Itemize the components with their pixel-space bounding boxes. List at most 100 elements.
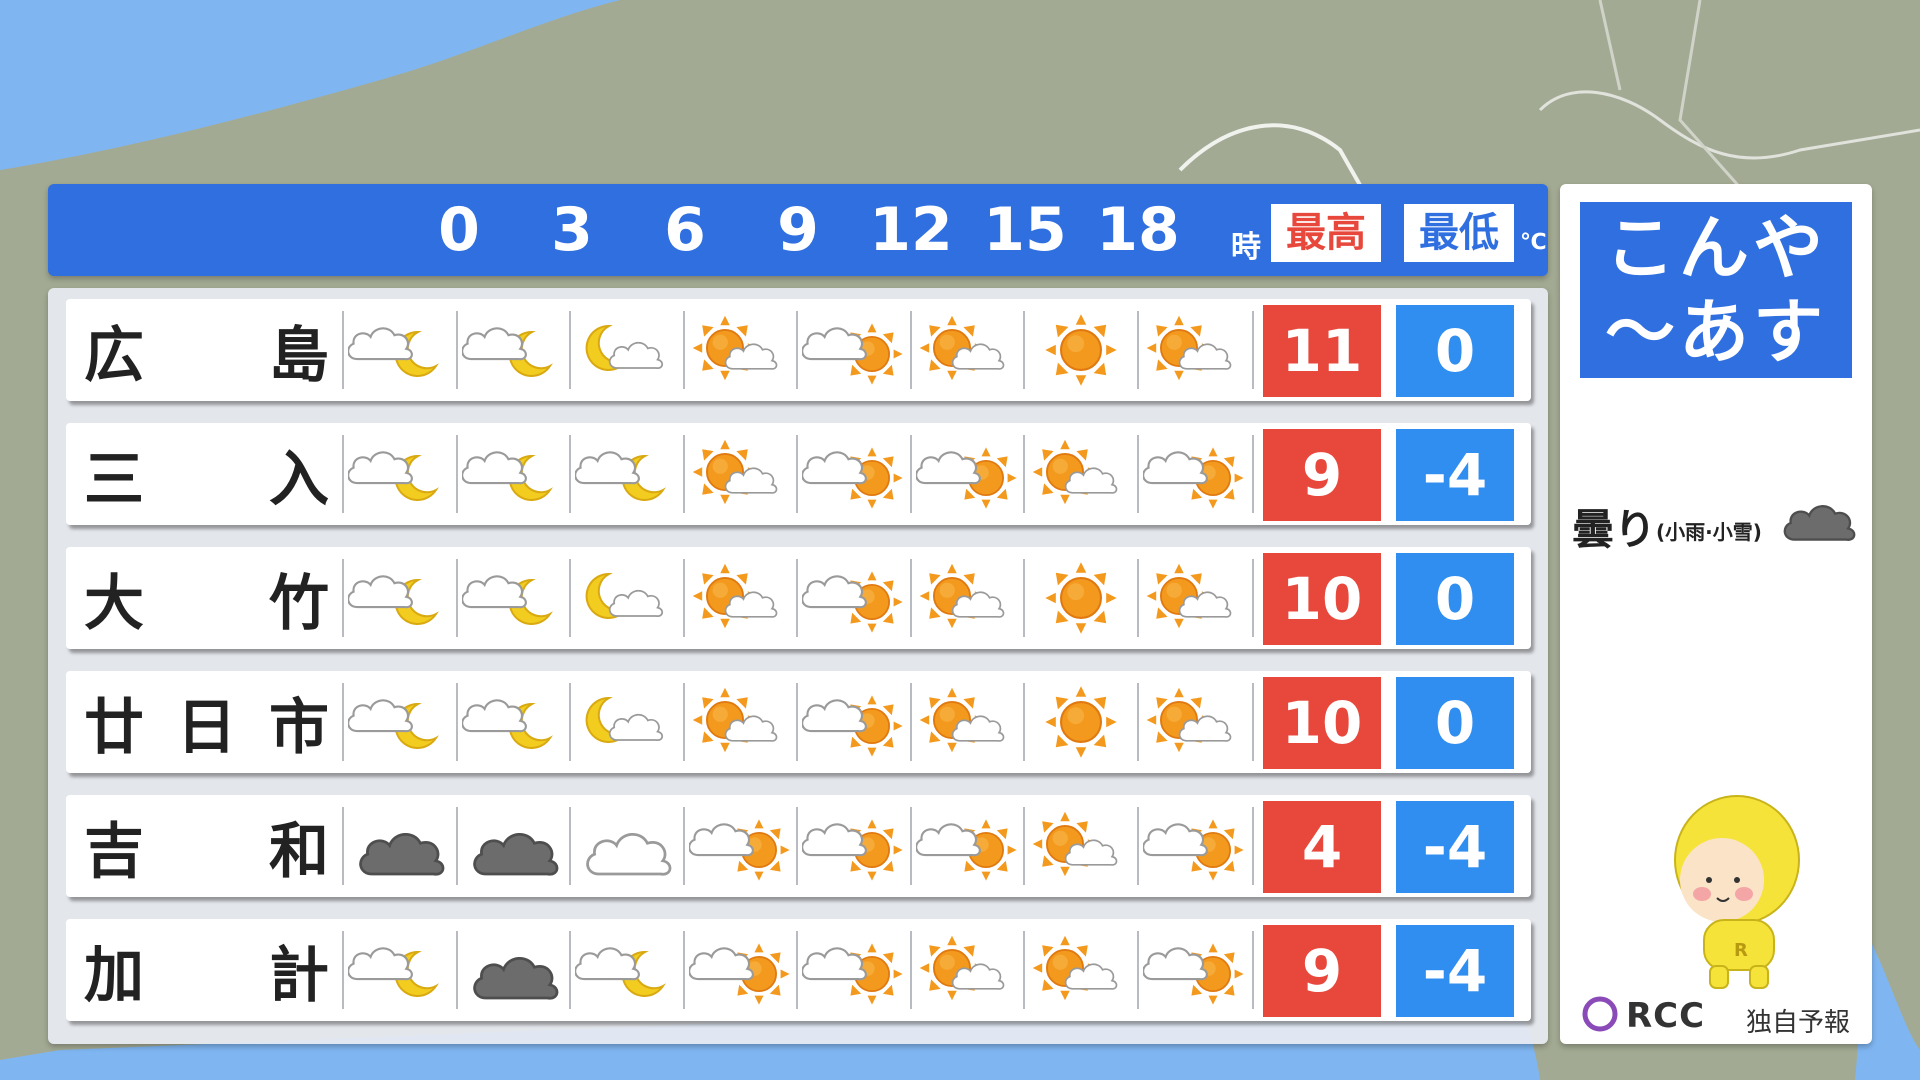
column-divider bbox=[796, 559, 798, 637]
min-temp: -4 bbox=[1396, 801, 1514, 893]
hour-12: 12 bbox=[869, 195, 953, 265]
location-name: 大竹 bbox=[84, 547, 329, 649]
column-divider bbox=[455, 311, 458, 389]
sun-icon bbox=[1029, 684, 1133, 760]
sun-cloud-icon bbox=[916, 312, 1020, 388]
column-divider bbox=[796, 435, 798, 513]
column-divider bbox=[342, 435, 344, 513]
location-char: 三 bbox=[84, 444, 144, 515]
side-panel: こんや 〜あす 曇り (小雨·小雪) R RCC 独自予報 bbox=[1560, 184, 1872, 1044]
cloud-moon-icon bbox=[462, 436, 566, 512]
min-temp-header: 最低 bbox=[1404, 204, 1514, 262]
cloud-icon bbox=[575, 808, 679, 884]
dark-cloud-icon bbox=[462, 932, 566, 1008]
sun-icon bbox=[1029, 560, 1133, 636]
cloud-moon-icon bbox=[462, 684, 566, 760]
cloud-sun-icon bbox=[802, 436, 906, 512]
sun-cloud-icon bbox=[689, 436, 793, 512]
legend-label: 曇り bbox=[1572, 505, 1657, 554]
cloud-moon-icon bbox=[348, 560, 452, 636]
column-divider bbox=[569, 311, 571, 389]
column-divider bbox=[909, 931, 912, 1009]
column-divider bbox=[569, 807, 571, 885]
min-temp: 0 bbox=[1396, 677, 1514, 769]
column-divider bbox=[1136, 683, 1139, 761]
column-divider bbox=[1023, 683, 1025, 761]
cloud-sun-icon bbox=[802, 684, 906, 760]
column-divider bbox=[796, 931, 798, 1009]
cloud-moon-icon bbox=[348, 932, 452, 1008]
brand-tagline: 独自予報 bbox=[1746, 1008, 1851, 1038]
location-name: 広島 bbox=[84, 299, 329, 401]
location-char: 島 bbox=[269, 320, 329, 391]
forecast-row: 広島 11 0 bbox=[66, 299, 1531, 401]
max-temp: 11 bbox=[1263, 305, 1381, 397]
column-divider bbox=[342, 807, 344, 885]
location-char: 加 bbox=[84, 940, 144, 1011]
cloud-sun-icon bbox=[689, 808, 793, 884]
max-temp: 9 bbox=[1263, 925, 1381, 1017]
column-divider bbox=[1023, 931, 1025, 1009]
hour-18: 18 bbox=[1096, 195, 1180, 265]
cloud-sun-icon bbox=[802, 808, 906, 884]
rcc-ring-icon bbox=[1582, 996, 1618, 1032]
cloud-moon-icon bbox=[462, 560, 566, 636]
cloud-sun-icon bbox=[1143, 436, 1247, 512]
max-temp: 9 bbox=[1263, 429, 1381, 521]
column-divider bbox=[682, 931, 685, 1009]
max-temp: 10 bbox=[1263, 677, 1381, 769]
cloud-moon-icon bbox=[348, 436, 452, 512]
column-divider bbox=[342, 311, 344, 389]
sun-cloud-icon bbox=[1143, 560, 1247, 636]
hour-6: 6 bbox=[664, 195, 706, 265]
column-divider bbox=[1252, 807, 1254, 885]
cloud-moon-icon bbox=[348, 684, 452, 760]
cloud-moon-icon bbox=[575, 436, 679, 512]
cloud-moon-icon bbox=[348, 312, 452, 388]
location-name: 廿日市 bbox=[84, 671, 329, 773]
cloud-sun-icon bbox=[689, 932, 793, 1008]
column-divider bbox=[682, 807, 685, 885]
min-temp: 0 bbox=[1396, 305, 1514, 397]
cloud-sun-icon bbox=[802, 560, 906, 636]
sun-cloud-icon bbox=[689, 312, 793, 388]
forecast-period-title: こんや 〜あす bbox=[1580, 202, 1852, 378]
forecast-row: 三入 9 -4 bbox=[66, 423, 1531, 525]
column-divider bbox=[796, 807, 798, 885]
forecast-row: 廿日市 10 0 bbox=[66, 671, 1531, 773]
location-name: 三入 bbox=[84, 423, 329, 525]
forecast-row: 大竹 10 0 bbox=[66, 547, 1531, 649]
sun-cloud-icon bbox=[916, 560, 1020, 636]
column-divider bbox=[1136, 311, 1139, 389]
column-divider bbox=[1023, 311, 1025, 389]
cloud-sun-icon bbox=[1143, 808, 1247, 884]
sun-cloud-icon bbox=[916, 684, 1020, 760]
cloud-moon-icon bbox=[462, 312, 566, 388]
column-divider bbox=[1252, 559, 1254, 637]
column-divider bbox=[569, 559, 571, 637]
sun-cloud-icon bbox=[1029, 436, 1133, 512]
column-divider bbox=[1252, 435, 1254, 513]
brand-name: RCC bbox=[1626, 996, 1706, 1036]
column-divider bbox=[682, 559, 685, 637]
hour-9: 9 bbox=[777, 195, 819, 265]
temp-unit: ℃ bbox=[1520, 230, 1547, 255]
title-line-1: こんや bbox=[1605, 207, 1827, 289]
max-temp: 10 bbox=[1263, 553, 1381, 645]
location-char: 吉 bbox=[84, 816, 144, 887]
hour-15: 15 bbox=[983, 195, 1067, 265]
location-char: 計 bbox=[269, 940, 329, 1011]
column-divider bbox=[682, 435, 685, 513]
column-divider bbox=[342, 559, 344, 637]
column-divider bbox=[1023, 435, 1025, 513]
sun-icon bbox=[1029, 312, 1133, 388]
title-line-2: 〜あす bbox=[1605, 291, 1827, 373]
cloud-sun-icon bbox=[916, 436, 1020, 512]
column-divider bbox=[1136, 807, 1139, 885]
location-char: 入 bbox=[269, 444, 329, 515]
moon-cloud-icon bbox=[575, 684, 679, 760]
column-divider bbox=[569, 435, 571, 513]
hour-unit: 時 bbox=[1231, 230, 1261, 265]
column-divider bbox=[455, 683, 458, 761]
column-divider bbox=[1252, 683, 1254, 761]
